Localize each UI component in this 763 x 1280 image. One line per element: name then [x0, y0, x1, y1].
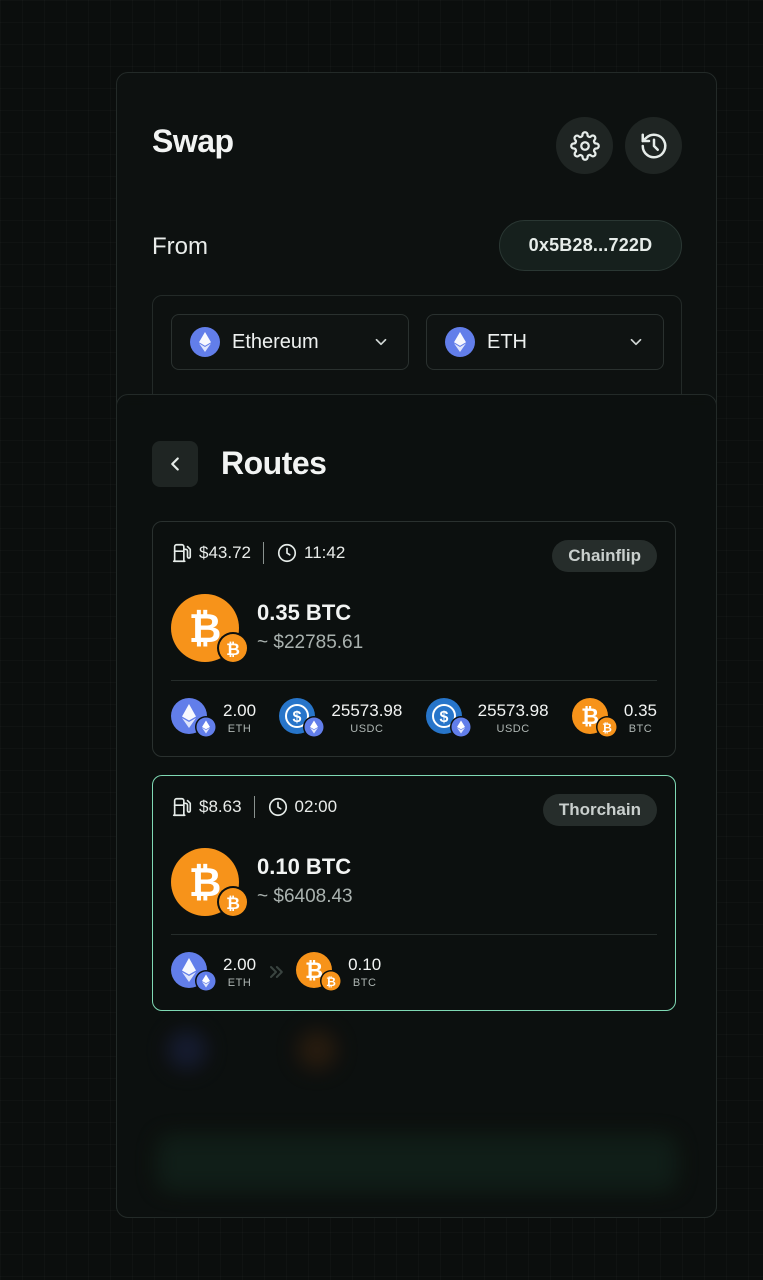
gas-fee: $8.63 — [199, 797, 242, 816]
svg-text:$: $ — [293, 709, 302, 726]
gas-fee: $43.72 — [199, 543, 251, 562]
token-select-label: ETH — [487, 330, 527, 353]
step-value: 0.10 — [348, 954, 382, 974]
clock-icon — [267, 796, 289, 818]
output-usd-value: ~ $6408.43 — [257, 886, 353, 907]
divider — [171, 680, 657, 681]
step-symbol: USDC — [496, 722, 530, 735]
routes-title: Routes — [221, 445, 327, 481]
provider-badge: Chainflip — [552, 540, 657, 572]
settings-button[interactable] — [556, 117, 613, 174]
route-option-thorchain[interactable]: $8.63 02:00 Thorchain ₿ ₿ 0.10 BTC ~ $64… — [152, 775, 676, 1011]
network-select-label: Ethereum — [232, 330, 319, 353]
route-steps: 2.00 ETH $ 25573.98 USDC $ 25573.98 USDC… — [171, 698, 657, 738]
from-label: From — [152, 233, 208, 260]
svg-text:₿: ₿ — [189, 861, 222, 905]
eth-token-icon — [445, 327, 475, 357]
output-amount: 0.10 BTC — [257, 854, 352, 879]
route-step: 2.00 ETH — [171, 698, 256, 738]
token-select[interactable]: ETH — [426, 314, 664, 370]
wallet-address-button[interactable]: 0x5B28...722D — [499, 220, 682, 271]
route-step: ₿ ₿ 0.35 BTC — [571, 698, 657, 738]
routes-panel: Routes $43.72 11:42 Chainflip ₿ ₿ 0.35 B… — [116, 394, 717, 1218]
network-select[interactable]: Ethereum — [171, 314, 409, 370]
btc-output-icon: ₿ ₿ — [171, 848, 253, 920]
btc-icon: ₿ ₿ — [571, 698, 618, 738]
swap-title: Swap — [152, 123, 234, 159]
estimated-time: 02:00 — [294, 797, 338, 816]
gas-pump-icon — [171, 796, 193, 818]
usdc-icon: $ — [279, 698, 326, 738]
chevron-down-icon — [630, 338, 642, 346]
svg-text:₿: ₿ — [189, 607, 222, 651]
svg-text:₿: ₿ — [602, 721, 612, 735]
blurred-content — [157, 1135, 677, 1191]
step-value: 25573.98 — [477, 700, 549, 720]
step-value: 25573.98 — [331, 700, 403, 720]
clock-icon — [276, 542, 298, 564]
output-amount: 0.35 BTC — [257, 600, 352, 625]
step-symbol: BTC — [628, 722, 653, 735]
svg-text:₿: ₿ — [226, 640, 240, 659]
gear-icon — [569, 130, 600, 161]
route-step: 2.00 ETH — [171, 952, 256, 992]
svg-text:₿: ₿ — [226, 894, 240, 913]
route-meta: $43.72 11:42 — [171, 542, 345, 564]
route-option-chainflip[interactable]: $43.72 11:42 Chainflip ₿ ₿ 0.35 BTC ~ $2… — [152, 521, 676, 757]
divider — [171, 934, 657, 935]
step-symbol: BTC — [352, 976, 377, 989]
btc-output-icon: ₿ ₿ — [171, 594, 253, 666]
svg-text:$: $ — [439, 709, 448, 726]
chevron-left-icon — [171, 457, 179, 471]
output-usd-value: ~ $22785.61 — [257, 632, 364, 653]
step-symbol: ETH — [227, 722, 252, 735]
ethereum-icon — [190, 327, 220, 357]
double-chevron-right-icon — [266, 962, 286, 982]
chevron-down-icon — [375, 338, 387, 346]
route-meta: $8.63 02:00 — [171, 796, 337, 818]
gas-pump-icon — [171, 542, 193, 564]
step-symbol: USDC — [350, 722, 384, 735]
route-step: ₿ ₿ 0.10 BTC — [296, 952, 381, 992]
btc-icon: ₿ ₿ — [296, 952, 343, 992]
step-value: 0.35 — [623, 700, 657, 720]
step-value: 2.00 — [223, 700, 257, 720]
route-steps: 2.00 ETH ₿ ₿ 0.10 BTC — [171, 952, 657, 992]
eth-icon — [171, 698, 217, 738]
history-icon — [641, 133, 666, 158]
usdc-icon: $ — [425, 698, 472, 738]
back-button[interactable] — [152, 441, 198, 487]
blurred-content — [297, 1030, 337, 1070]
step-value: 2.00 — [223, 954, 257, 974]
meta-separator — [253, 796, 255, 818]
history-button[interactable] — [625, 117, 682, 174]
from-box: Ethereum ETH — [152, 295, 682, 405]
svg-text:₿: ₿ — [326, 975, 336, 989]
route-step: $ 25573.98 USDC — [425, 698, 549, 738]
estimated-time: 11:42 — [304, 543, 346, 562]
meta-separator — [263, 542, 264, 564]
eth-icon — [171, 952, 217, 992]
route-step: $ 25573.98 USDC — [279, 698, 402, 738]
provider-badge: Thorchain — [542, 794, 657, 826]
step-symbol: ETH — [227, 976, 252, 989]
blurred-content — [167, 1030, 207, 1070]
